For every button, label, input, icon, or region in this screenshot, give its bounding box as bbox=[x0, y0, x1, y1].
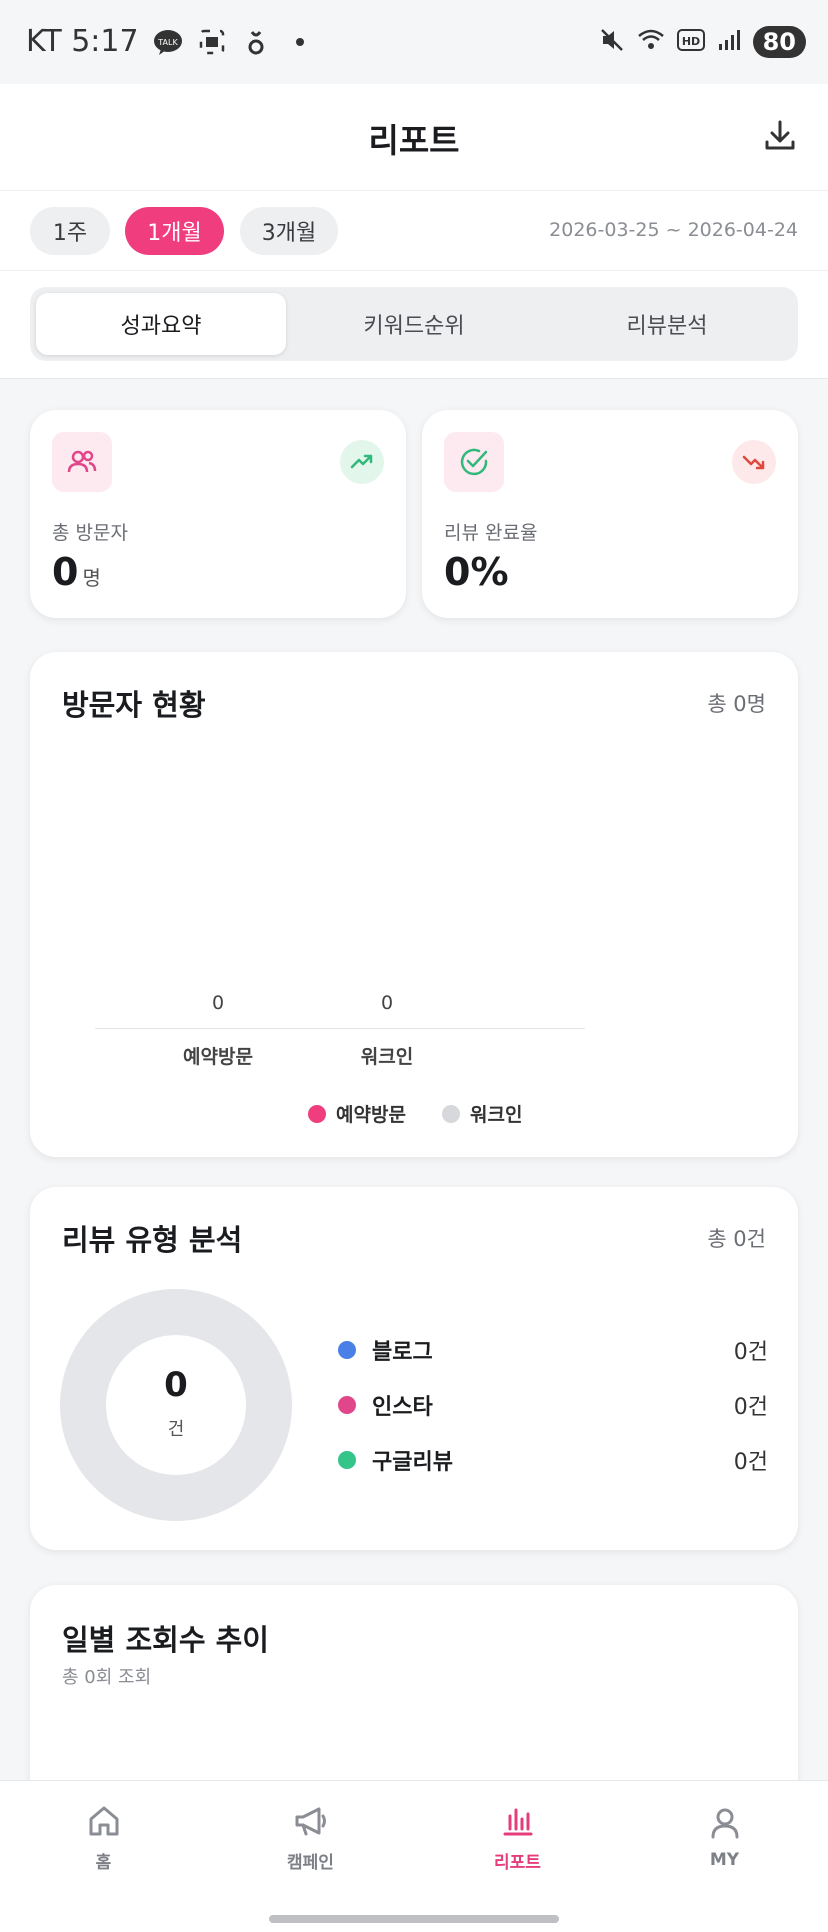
signal-icon bbox=[717, 29, 741, 55]
chart-baseline bbox=[95, 1028, 585, 1029]
nav-campaign[interactable]: 캠페인 bbox=[207, 1781, 414, 1893]
donut-value: 0 bbox=[164, 1365, 188, 1405]
bottom-navigation: 홈 캠페인 리포트 MY bbox=[0, 1780, 828, 1932]
legend-dot bbox=[338, 1396, 356, 1414]
stat-value: 0명 bbox=[52, 550, 101, 594]
download-button[interactable] bbox=[758, 114, 802, 158]
legend-walkin: 워크인 bbox=[442, 1100, 522, 1127]
nav-label: MY bbox=[709, 1850, 740, 1870]
period-chip-3m[interactable]: 3개월 bbox=[240, 207, 338, 255]
tab-review-analysis[interactable]: 리뷰분석 bbox=[542, 293, 792, 355]
bar-chart-icon bbox=[503, 1808, 532, 1835]
card-subtitle: 총 0회 조회 bbox=[62, 1667, 152, 1688]
check-circle-icon bbox=[444, 432, 504, 492]
review-type-row-blog: 블로그 0건 bbox=[338, 1332, 768, 1368]
review-type-row-insta: 인스타 0건 bbox=[338, 1387, 768, 1423]
review-type-name: 인스타 bbox=[372, 1395, 433, 1420]
megaphone-icon bbox=[295, 1807, 326, 1835]
review-rate-stat-card[interactable]: 리뷰 완료율 0% bbox=[422, 410, 798, 618]
stat-value: 0% bbox=[444, 550, 509, 594]
nav-report[interactable]: 리포트 bbox=[414, 1781, 621, 1893]
review-type-name: 구글리뷰 bbox=[372, 1450, 453, 1475]
users-icon bbox=[52, 432, 112, 492]
legend-reservation: 예약방문 bbox=[308, 1100, 406, 1127]
talk-icon: TALK bbox=[153, 27, 183, 57]
dot-icon bbox=[285, 27, 315, 57]
review-type-card: 리뷰 유형 분석 총 0건 0 건 블로그 0건 인스타 0건 구글리뷰 0건 bbox=[30, 1187, 798, 1550]
legend-label: 워크인 bbox=[470, 1104, 523, 1126]
legend-dot bbox=[338, 1341, 356, 1359]
nav-my[interactable]: MY bbox=[621, 1781, 828, 1893]
card-title: 일별 조회수 추이 bbox=[62, 1623, 269, 1657]
stat-label: 리뷰 완료율 bbox=[444, 522, 538, 544]
screenshot-icon bbox=[197, 27, 227, 57]
visitors-bar-chart: 0 예약방문 0 워크인 bbox=[30, 652, 798, 1157]
visitors-count: 0 bbox=[52, 550, 79, 594]
visitors-stat-card[interactable]: 총 방문자 0명 bbox=[30, 410, 406, 618]
legend-label: 예약방문 bbox=[336, 1104, 406, 1126]
user-icon bbox=[711, 1808, 738, 1839]
card-title: 리뷰 유형 분석 bbox=[62, 1223, 243, 1257]
wifi-icon bbox=[637, 28, 665, 56]
tab-performance-summary[interactable]: 성과요약 bbox=[36, 293, 286, 355]
svg-text:HD: HD bbox=[681, 35, 699, 48]
donut-center: 0 건 bbox=[106, 1335, 246, 1475]
app-bar: 리포트 bbox=[0, 84, 828, 191]
download-icon bbox=[765, 120, 795, 150]
home-icon bbox=[89, 1806, 118, 1835]
review-type-value: 0건 bbox=[733, 1395, 768, 1420]
nav-label: 캠페인 bbox=[287, 1852, 334, 1873]
review-type-row-google: 구글리뷰 0건 bbox=[338, 1442, 768, 1478]
visitors-unit: 명 bbox=[82, 566, 101, 590]
bar-value-label: 0 bbox=[211, 992, 225, 1014]
status-bar: KT 5:17 TALK HD 80 bbox=[0, 0, 828, 84]
review-type-name: 블로그 bbox=[372, 1340, 433, 1365]
svg-text:TALK: TALK bbox=[157, 38, 178, 47]
visitors-status-card: 방문자 현황 총 0명 0 예약방문 0 워크인 예약방문 워크인 bbox=[30, 652, 798, 1157]
date-range: 2026-03-25 ~ 2026-04-24 bbox=[549, 219, 798, 241]
bar-value-label: 0 bbox=[380, 992, 394, 1014]
battery-level: 80 bbox=[752, 26, 806, 58]
trend-up-icon bbox=[340, 440, 384, 484]
period-filter: 1주 1개월 3개월 2026-03-25 ~ 2026-04-24 bbox=[0, 191, 828, 271]
carrier-time: KT 5:17 bbox=[26, 24, 139, 59]
card-total: 총 0건 bbox=[707, 1227, 766, 1251]
legend-dot bbox=[338, 1451, 356, 1469]
report-tabs: 성과요약 키워드순위 리뷰분석 bbox=[0, 271, 828, 379]
legend-dot bbox=[308, 1104, 326, 1123]
review-donut-chart: 0 건 bbox=[60, 1289, 292, 1521]
legend-dot bbox=[442, 1104, 460, 1123]
bar-category-label: 예약방문 bbox=[183, 1046, 253, 1068]
page-title: 리포트 bbox=[368, 121, 460, 160]
home-indicator[interactable] bbox=[269, 1915, 559, 1923]
mute-icon bbox=[599, 27, 625, 57]
review-type-value: 0건 bbox=[733, 1340, 768, 1365]
notification-icon bbox=[241, 27, 271, 57]
period-chip-1m[interactable]: 1개월 bbox=[125, 207, 224, 255]
bar-category-label: 워크인 bbox=[360, 1046, 414, 1068]
trend-down-icon bbox=[732, 440, 776, 484]
hd-icon: HD bbox=[676, 29, 705, 55]
stat-label: 총 방문자 bbox=[52, 522, 128, 544]
nav-home[interactable]: 홈 bbox=[0, 1781, 207, 1893]
donut-unit: 건 bbox=[167, 1419, 185, 1440]
period-chip-1w[interactable]: 1주 bbox=[30, 207, 110, 255]
tab-keyword-rank[interactable]: 키워드순위 bbox=[289, 293, 539, 355]
segment-control: 성과요약 키워드순위 리뷰분석 bbox=[30, 287, 798, 361]
nav-label: 홈 bbox=[95, 1852, 112, 1873]
nav-label: 리포트 bbox=[494, 1852, 541, 1873]
review-type-value: 0건 bbox=[733, 1450, 768, 1475]
